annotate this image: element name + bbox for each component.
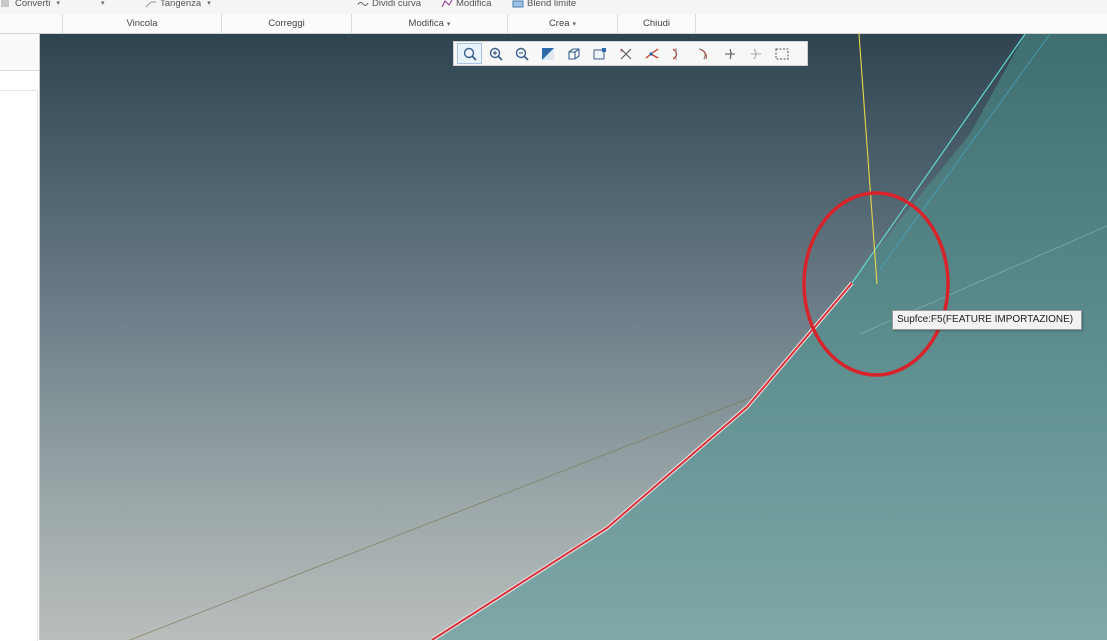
convert-label: Converti [15,0,51,9]
repaint-icon [541,47,554,60]
group-chiudi[interactable]: Chiudi [618,14,696,33]
zoom-fit-button[interactable] [457,43,482,64]
boundary-blend-label: Blend limite [527,0,577,9]
view-toolbar: x [453,41,808,66]
imported-surface[interactable] [432,34,1107,640]
curvature-icon [672,47,677,60]
model-tree-header [0,34,39,71]
curvature-button[interactable] [665,43,690,64]
saved-views-button[interactable] [587,43,612,64]
modify-label: Modifica [456,0,492,9]
datum-axis[interactable] [858,34,878,285]
slope-button[interactable] [743,43,768,64]
zoom-fit-icon [463,47,477,61]
zoom-out-icon [515,47,529,61]
modify-icon [441,0,453,7]
group-modifica[interactable]: Modifica ▾ [352,14,508,33]
display-style-button[interactable] [561,43,586,64]
chevron-down-icon: ▾ [101,0,105,7]
reflection-icon [698,47,707,59]
selection-tooltip: Supfce:F5(FEATURE IMPORTAZIONE) [892,310,1082,330]
slope-icon [750,48,761,59]
graphics-viewport[interactable]: x Supfce:F5(FEATURE IMPORTAZIONE) [40,34,1107,640]
draft-icon [724,48,735,59]
curve-connect-icon [645,47,658,59]
curve-connect-button[interactable] [639,43,664,64]
datum-display-button[interactable]: x [613,43,638,64]
dropdown-button[interactable]: ▾ [98,0,105,10]
chevron-down-icon: ▾ [572,21,577,28]
modify-button[interactable]: Modifica [441,0,491,10]
split-curve-button[interactable]: Dividi curva [357,0,421,10]
convert-button[interactable]: Converti ▾ [0,0,60,10]
group-spacer [0,14,63,33]
zoom-in-button[interactable] [483,43,508,64]
datum-display-icon: x [620,48,631,59]
group-vincola[interactable]: Vincola [63,14,222,33]
draft-button[interactable] [717,43,742,64]
model-tree-body[interactable] [0,90,38,641]
repaint-button[interactable] [535,43,560,64]
tangent-icon [145,1,156,7]
tangent-button[interactable]: Tangenza ▾ [145,0,211,10]
group-crea[interactable]: Crea ▾ [508,14,618,33]
box-select-button[interactable] [769,43,794,64]
zoom-in-icon [489,47,503,61]
split-curve-icon [357,1,369,6]
boundary-blend-button[interactable]: Blend limite [512,0,576,10]
zoom-out-button[interactable] [509,43,534,64]
ribbon-commands-strip: Converti ▾ ▾ Tangenza ▾ Dividi curva Mod… [0,0,1107,15]
saved-views-icon [593,47,606,59]
reflection-button[interactable] [691,43,716,64]
tangent-label: Tangenza [160,0,202,9]
model-geometry [129,34,1107,640]
box-select-icon [775,48,788,59]
ribbon-group-labels: Vincola Correggi Modifica ▾ Crea ▾ Chiudi [0,14,1107,34]
boundary-blend-icon [512,0,524,7]
model-tree-panel [0,34,40,641]
convert-icon [1,0,9,7]
group-correggi[interactable]: Correggi [222,14,352,33]
display-style-icon [567,47,580,60]
chevron-down-icon: ▾ [446,21,451,28]
split-curve-label: Dividi curva [372,0,422,9]
